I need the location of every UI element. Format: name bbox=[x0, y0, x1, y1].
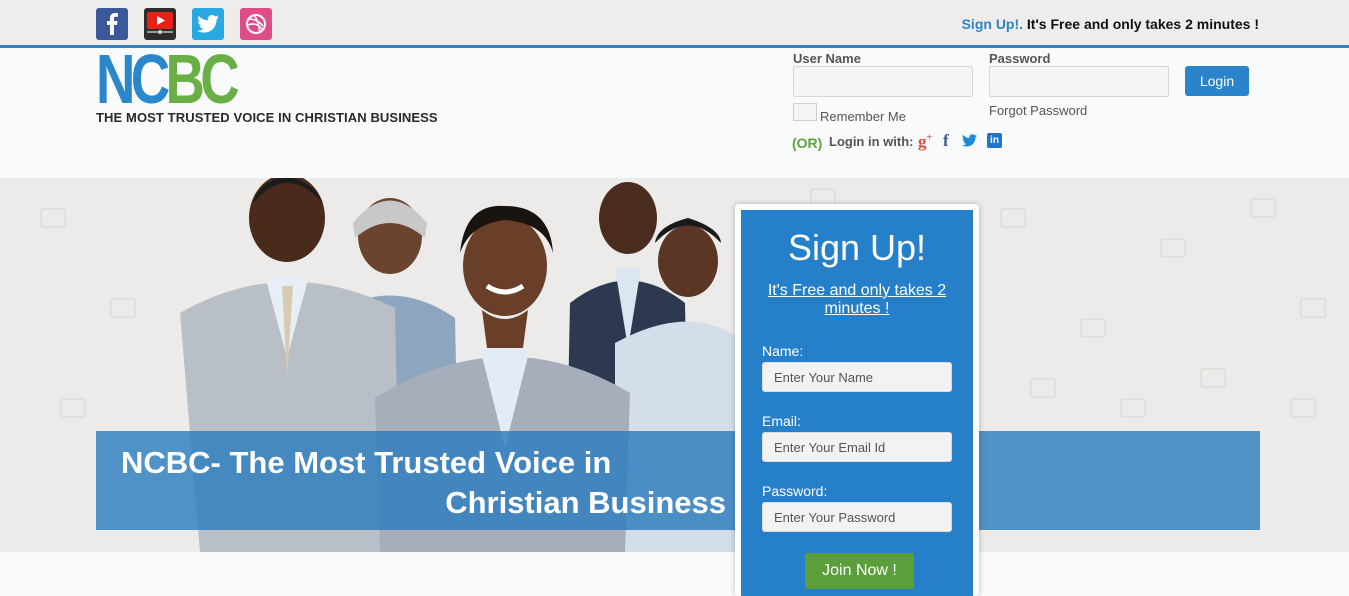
join-now-button[interactable]: Join Now ! bbox=[805, 553, 914, 589]
dribbble-icon[interactable] bbox=[240, 8, 272, 40]
signup-password-label: Password: bbox=[762, 483, 828, 499]
username-input[interactable] bbox=[793, 66, 973, 97]
logo[interactable]: NCBC bbox=[96, 44, 240, 114]
signup-title: Sign Up! bbox=[787, 227, 927, 268]
logo-part-bc: BC bbox=[165, 40, 240, 118]
username-label: User Name bbox=[793, 51, 861, 66]
linkedin-icon[interactable]: in bbox=[987, 133, 1002, 148]
top-signup-text: It's Free and only takes 2 minutes ! bbox=[1023, 16, 1259, 32]
top-signup-link[interactable]: Sign Up!. bbox=[962, 16, 1023, 32]
signup-panel: Sign Up! It's Free and only takes 2 minu… bbox=[735, 204, 979, 596]
hero-banner-line-2: Christian Business bbox=[445, 485, 726, 520]
twitter-login-icon[interactable] bbox=[962, 134, 977, 152]
hero-banner-text: NCBC- The Most Trusted Voice in Christia… bbox=[96, 443, 726, 523]
name-label: Name: bbox=[762, 343, 804, 359]
email-input[interactable] bbox=[762, 432, 952, 462]
header: NCBC THE MOST TRUSTED VOICE IN CHRISTIAN… bbox=[0, 44, 1349, 178]
forgot-password-link[interactable]: Forgot Password bbox=[989, 103, 1087, 118]
or-label: (OR) bbox=[792, 135, 823, 151]
login-with-label: Login in with: bbox=[829, 134, 914, 149]
youtube-icon[interactable] bbox=[144, 8, 176, 40]
hero-banner: NCBC- The Most Trusted Voice in Christia… bbox=[96, 431, 1260, 530]
twitter-icon[interactable] bbox=[192, 8, 224, 40]
email-label: Email: bbox=[762, 413, 801, 429]
facebook-login-icon[interactable]: f bbox=[943, 131, 949, 151]
password-input[interactable] bbox=[989, 66, 1169, 97]
login-button[interactable]: Login bbox=[1185, 66, 1249, 96]
signup-subtitle-link[interactable]: It's Free and only takes 2 minutes ! bbox=[757, 282, 957, 318]
hero-section: NCBC- The Most Trusted Voice in Christia… bbox=[0, 178, 1349, 552]
signup-password-input[interactable] bbox=[762, 502, 952, 532]
facebook-icon[interactable] bbox=[96, 8, 128, 40]
remember-me-checkbox[interactable] bbox=[793, 103, 817, 121]
hero-banner-line-1: NCBC- The Most Trusted Voice in bbox=[121, 445, 612, 480]
tagline: THE MOST TRUSTED VOICE IN CHRISTIAN BUSI… bbox=[96, 110, 438, 125]
remember-me-label: Remember Me bbox=[820, 109, 906, 124]
logo-part-nc: NC bbox=[96, 40, 170, 118]
google-plus-icon[interactable]: g+ bbox=[918, 132, 932, 152]
top-signup-message: Sign Up!. It's Free and only takes 2 min… bbox=[962, 16, 1259, 32]
signup-form: Sign Up! It's Free and only takes 2 minu… bbox=[741, 210, 973, 596]
name-input[interactable] bbox=[762, 362, 952, 392]
password-label: Password bbox=[989, 51, 1051, 66]
